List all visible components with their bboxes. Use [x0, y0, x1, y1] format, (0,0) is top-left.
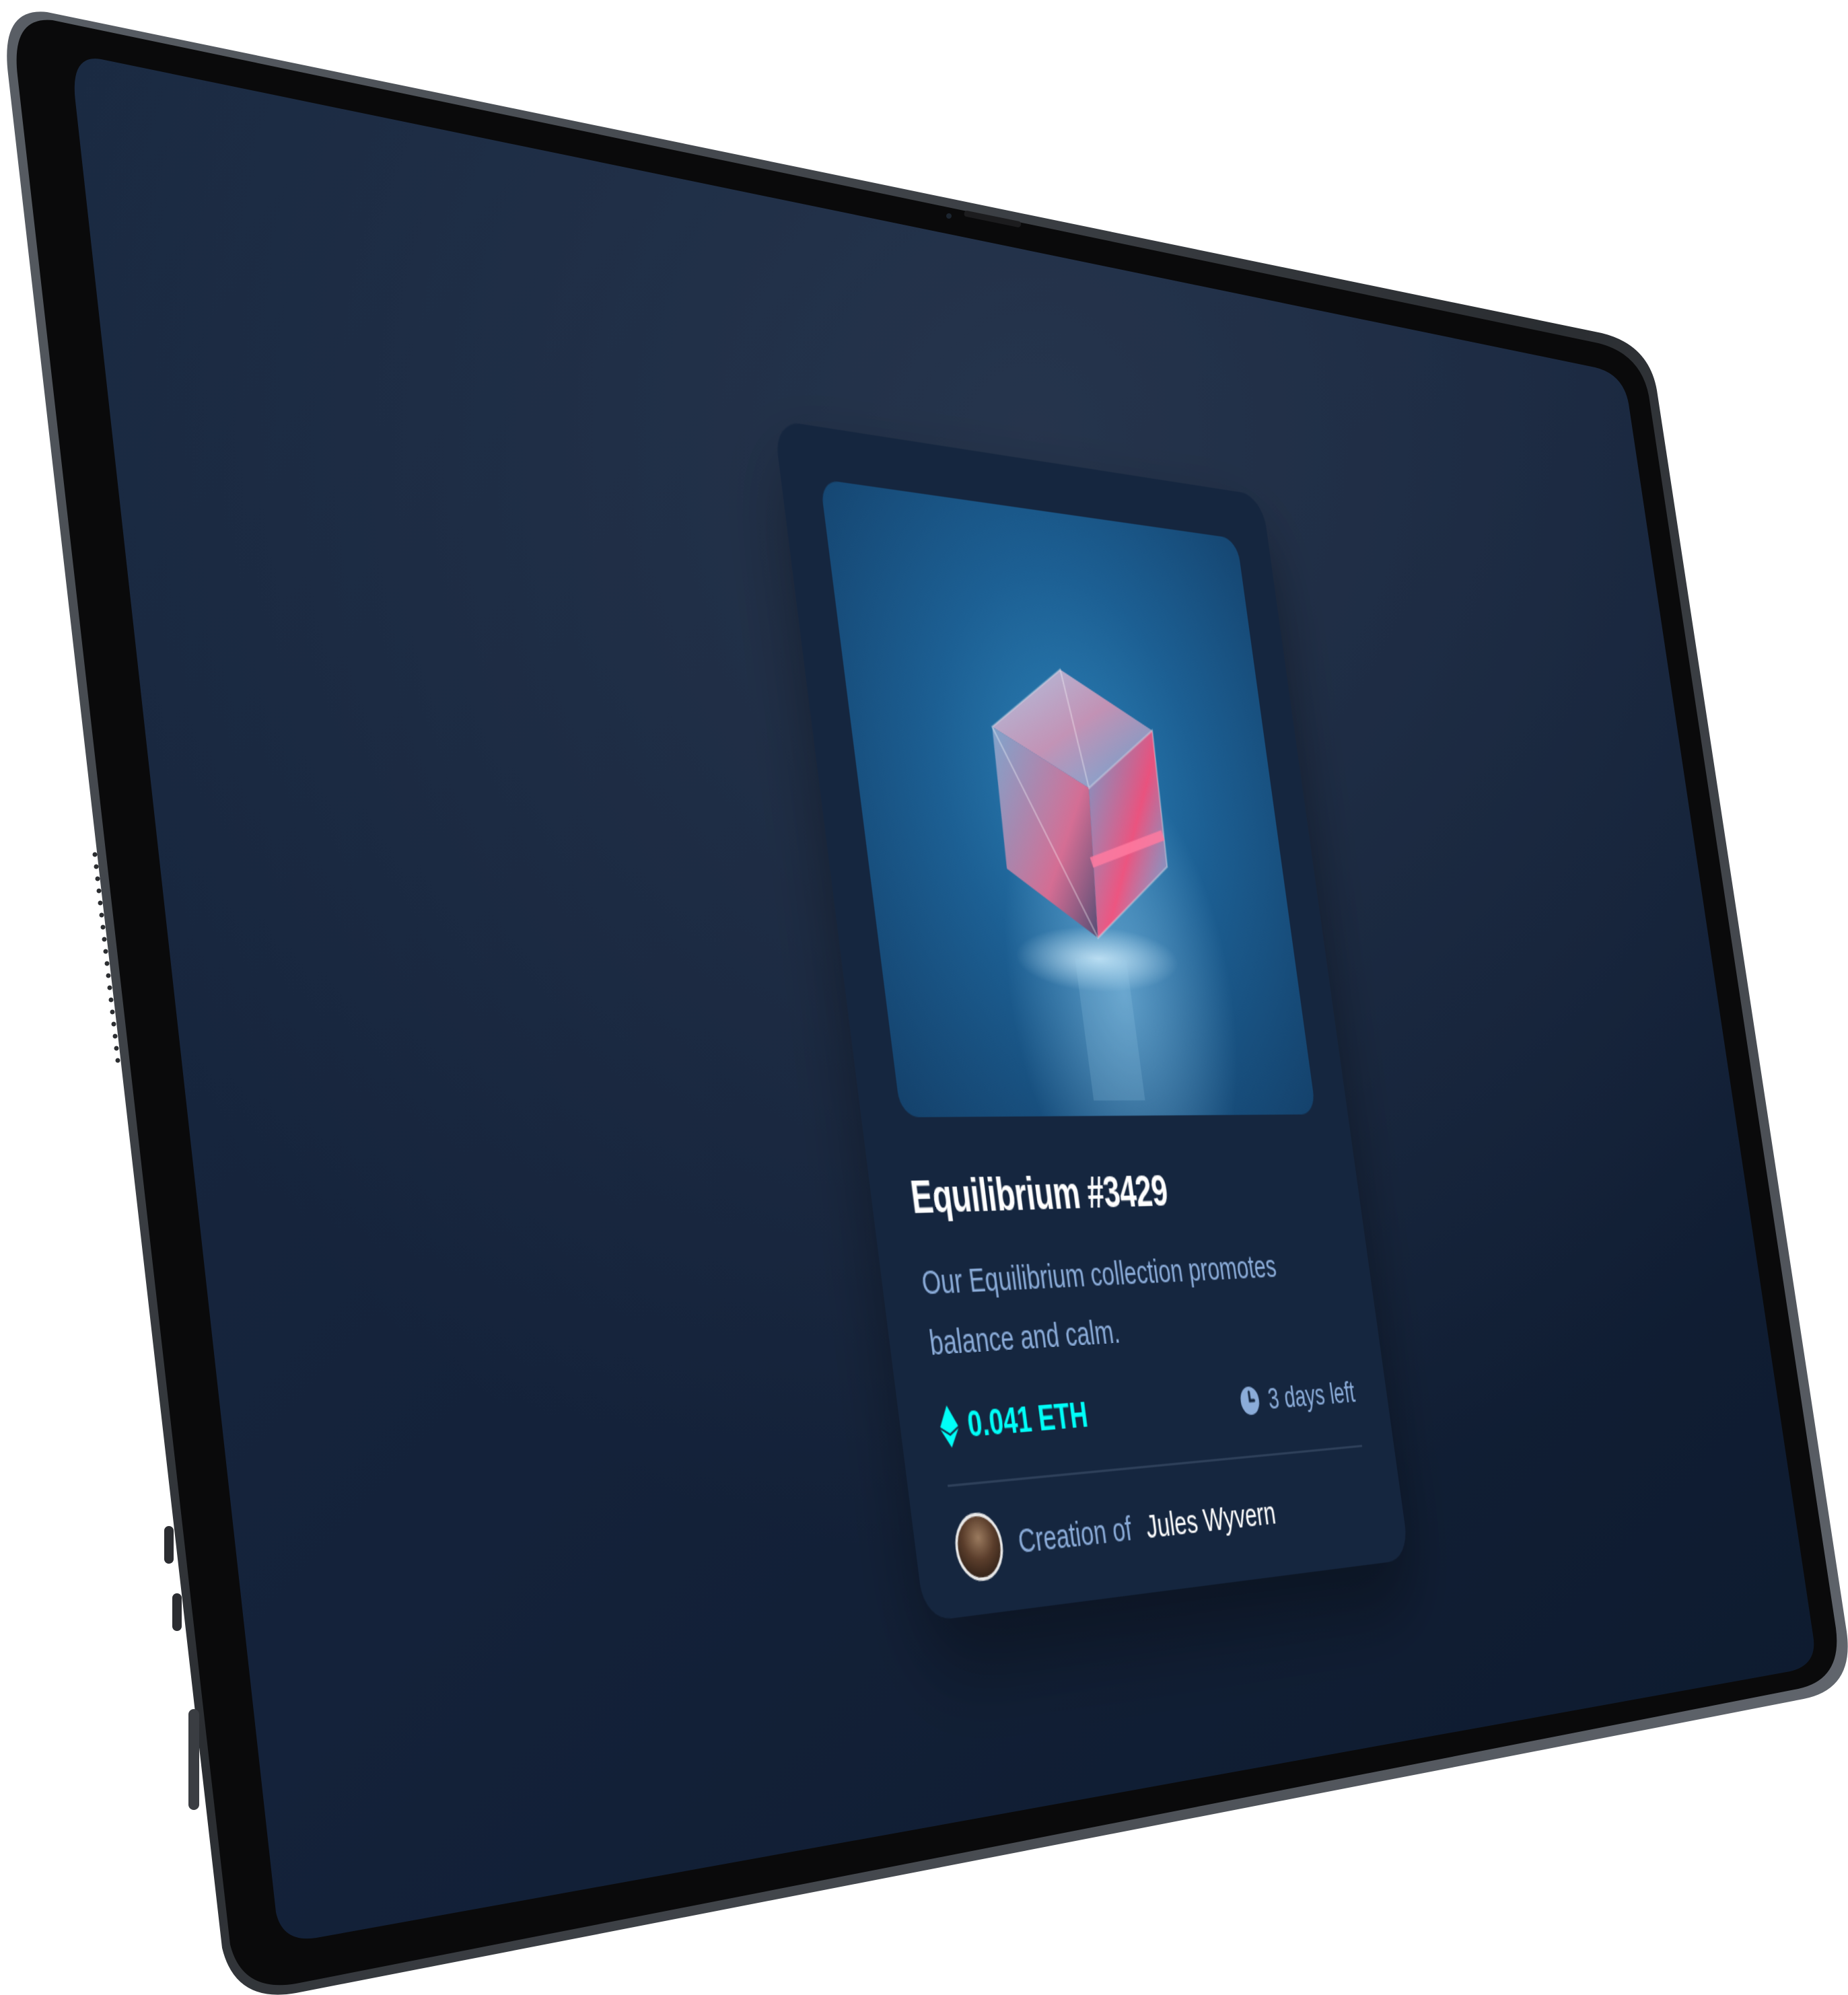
time-left: 3 days left: [1238, 1375, 1357, 1419]
price: 0.041 ETH: [937, 1393, 1090, 1448]
camera-dot: [946, 213, 952, 219]
nft-image[interactable]: [820, 479, 1316, 1118]
avatar: [951, 1510, 1007, 1584]
creator-row: Creation of Jules Wyvern: [951, 1482, 1280, 1584]
card-divider: [947, 1445, 1363, 1488]
creator-prefix: Creation of: [1016, 1511, 1134, 1561]
nft-card[interactable]: Equilibrium #3429 Our Equilibrium collec…: [773, 419, 1410, 1622]
device-mockup: Equilibrium #3429 Our Equilibrium collec…: [0, 0, 1848, 1995]
glass-cube-image: [820, 479, 1316, 1101]
side-button-1: [164, 1526, 174, 1564]
side-button-2: [172, 1593, 182, 1631]
price-value: 0.041 ETH: [964, 1393, 1090, 1445]
card-title[interactable]: Equilibrium #3429: [908, 1167, 1170, 1225]
side-button-3: [188, 1709, 199, 1810]
clock-icon: [1239, 1385, 1262, 1416]
time-left-value: 3 days left: [1266, 1375, 1357, 1416]
creator-name-link[interactable]: Jules Wyvern: [1144, 1495, 1278, 1547]
card-description: Our Equilibrium collection promotes bala…: [919, 1249, 1279, 1363]
card-meta-row: 0.041 ETH 3 days left: [937, 1373, 1358, 1452]
ethereum-icon: [937, 1404, 961, 1448]
